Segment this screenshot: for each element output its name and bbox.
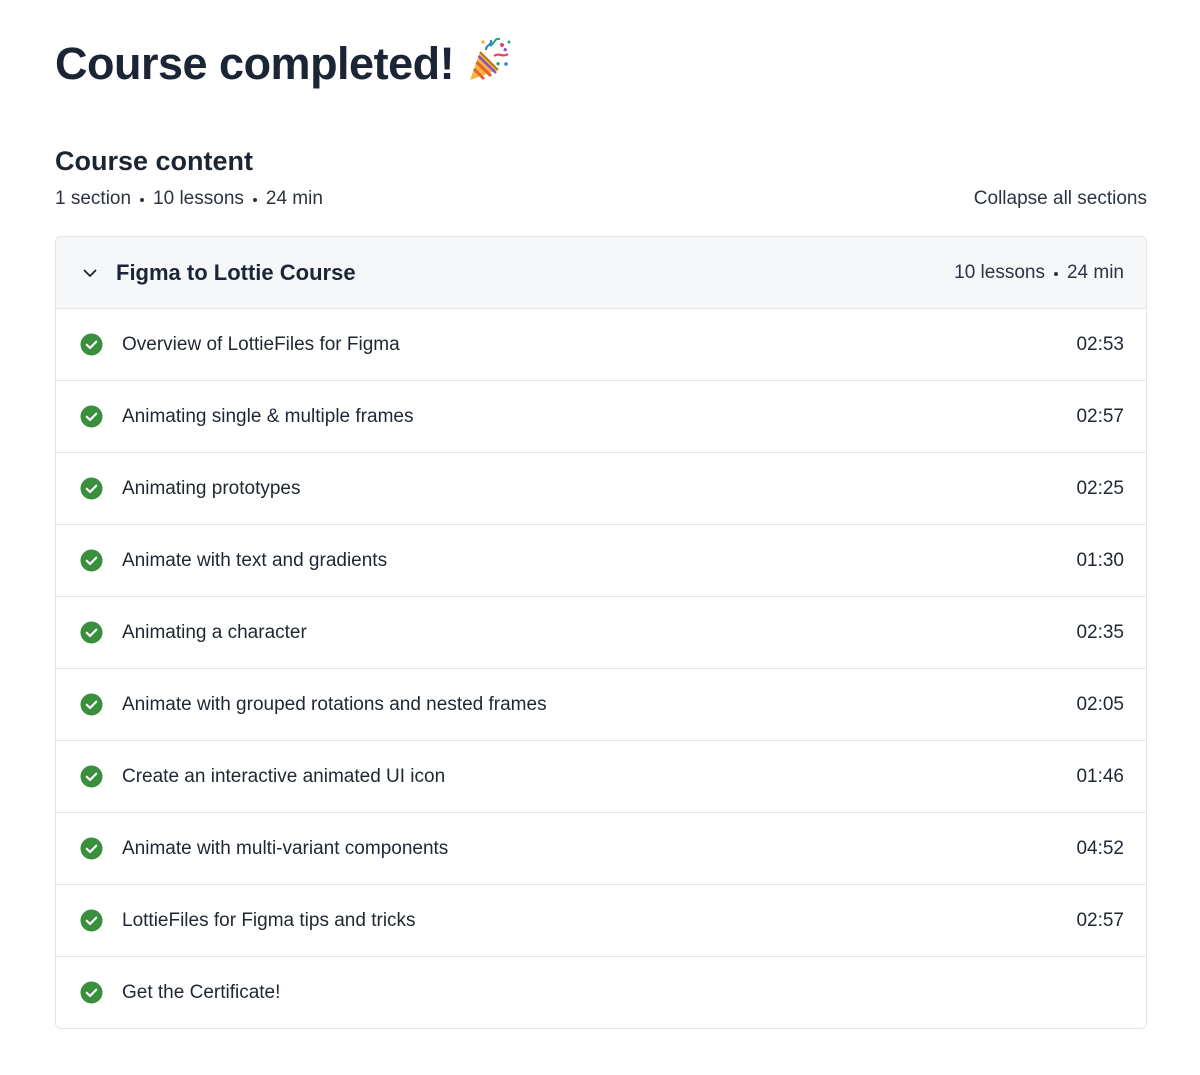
lesson-row[interactable]: Overview of LottieFiles for Figma 02:53 [56,309,1146,381]
lesson-row[interactable]: Animating single & multiple frames 02:57 [56,381,1146,453]
separator-dot [140,198,145,202]
lesson-title: Create an interactive animated UI icon [122,765,446,787]
lesson-row[interactable]: LottieFiles for Figma tips and tricks 02:… [56,885,1146,957]
lesson-left: Animating single & multiple frames [80,405,413,428]
lesson-left: LottieFiles for Figma tips and tricks [80,909,416,932]
sections-count: 1 section [55,188,132,209]
lesson-duration: 02:05 [1076,693,1124,715]
lesson-row[interactable]: Animating prototypes 02:25 [56,453,1146,525]
lesson-title: Animate with grouped rotations and neste… [122,693,547,715]
lesson-title: LottieFiles for Figma tips and tricks [122,909,416,931]
lesson-title: Overview of LottieFiles for Figma [122,333,400,355]
lesson-left: Animate with multi-variant components [80,837,448,860]
lesson-title: Get the Certificate! [122,981,281,1003]
lesson-row[interactable]: Animate with text and gradients 01:30 [56,525,1146,597]
section-title: Figma to Lottie Course [116,259,356,285]
lesson-duration: 02:57 [1076,405,1124,427]
check-circle-icon [80,405,103,428]
section-header-left: Figma to Lottie Course [80,260,356,286]
page-title: Course completed! [55,38,455,89]
lesson-title: Animating prototypes [122,477,301,499]
lesson-duration: 01:30 [1076,549,1124,571]
section-lessons-count: 10 lessons [954,261,1045,283]
section-meta: 10 lessons 24 min [954,262,1124,284]
check-circle-icon [80,765,103,788]
course-meta-row: 1 section 10 lessons 24 min Collapse all… [55,186,1147,212]
lesson-title: Animate with multi-variant components [122,837,449,859]
lesson-left: Overview of LottieFiles for Figma [80,333,400,356]
section-card: Figma to Lottie Course 10 lessons 24 min… [55,236,1147,1029]
lesson-row[interactable]: Animate with multi-variant components 04:… [56,813,1146,885]
course-content-heading: Course content [55,146,254,176]
lesson-left: Animate with text and gradients [80,549,387,572]
lesson-duration: 02:35 [1076,621,1124,643]
lesson-left: Animate with grouped rotations and neste… [80,693,547,716]
check-circle-icon [80,837,103,860]
collapse-all-sections-button[interactable]: Collapse all sections [974,188,1147,210]
lesson-left: Get the Certificate! [80,981,280,1004]
lesson-list: Overview of LottieFiles for Figma 02:53 An… [56,309,1146,1028]
check-circle-icon [80,333,103,356]
check-circle-icon [80,621,103,644]
lesson-left: Animating prototypes [80,477,301,500]
lesson-title: Animating single & multiple frames [122,405,414,427]
lesson-duration: 04:52 [1076,837,1124,859]
lesson-row[interactable]: Get the Certificate! [56,957,1146,1028]
separator-dot [1053,271,1058,276]
section-header-toggle[interactable]: Figma to Lottie Course 10 lessons 24 min [56,237,1146,309]
section-duration: 24 min [1066,261,1124,283]
lesson-duration: 02:25 [1076,477,1124,499]
lesson-duration: 02:57 [1076,909,1124,931]
lesson-title: Animating a character [122,621,307,643]
lesson-left: Animating a character [80,621,307,644]
check-circle-icon [80,981,103,1004]
check-circle-icon [80,909,103,932]
lesson-duration: 01:46 [1076,765,1124,787]
separator-dot [252,198,257,202]
party-popper-icon [464,36,512,84]
total-duration: 24 min [265,188,323,209]
lesson-row[interactable]: Animate with grouped rotations and neste… [56,669,1146,741]
chevron-down-icon [80,263,100,283]
lesson-title: Animate with text and gradients [122,549,388,571]
check-circle-icon [80,693,103,716]
check-circle-icon [80,549,103,572]
lessons-count: 10 lessons [153,188,244,209]
lesson-row[interactable]: Animating a character 02:35 [56,597,1146,669]
lesson-duration: 02:53 [1076,333,1124,355]
lesson-left: Create an interactive animated UI icon [80,765,445,788]
title-row: Course completed! [55,34,512,94]
lesson-row[interactable]: Create an interactive animated UI icon 01… [56,741,1146,813]
course-summary: 1 section 10 lessons 24 min [55,188,323,210]
check-circle-icon [80,477,103,500]
